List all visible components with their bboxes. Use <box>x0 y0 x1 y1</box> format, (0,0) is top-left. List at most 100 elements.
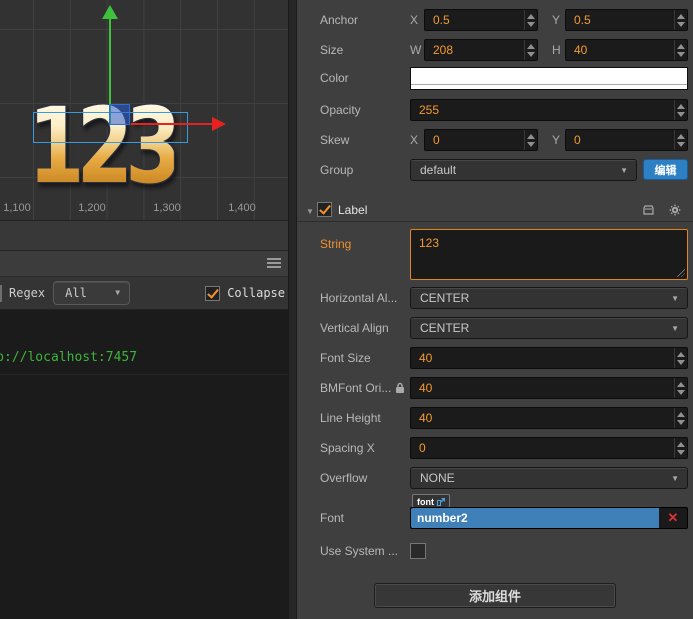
chevron-down-icon: ▼ <box>620 166 628 175</box>
line-height-label: Line Height <box>320 411 381 425</box>
log-level-dropdown[interactable]: All ▼ <box>53 281 131 305</box>
font-type-tag-row: font <box>297 494 693 508</box>
use-system-font-label: Use System ... <box>320 544 399 558</box>
string-row: String 123 <box>297 229 693 280</box>
spinner-icon[interactable] <box>524 40 537 60</box>
opacity-label: Opacity <box>320 103 361 117</box>
overflow-dropdown[interactable]: NONE ▼ <box>410 467 688 489</box>
spacing-x-label: Spacing X <box>320 441 375 455</box>
spacing-x-row: Spacing X 0 <box>297 437 693 459</box>
label-component-header[interactable]: ▼ Label <box>297 199 693 222</box>
color-swatch[interactable] <box>410 67 688 90</box>
opacity-input[interactable]: 255 <box>410 99 688 121</box>
string-label: String <box>320 237 352 251</box>
group-row: Group default ▼ 编辑 <box>297 159 693 181</box>
size-h-label: H <box>552 43 561 57</box>
group-dropdown[interactable]: default ▼ <box>410 159 637 181</box>
skew-y-input[interactable]: 0 <box>565 129 688 151</box>
anchor-y-input[interactable]: 0.5 <box>565 9 688 31</box>
ruler-tick: 1,300 <box>153 202 181 214</box>
scene-bottom-bar <box>0 221 288 251</box>
font-size-input[interactable]: 40 <box>410 347 688 369</box>
spacing-x-input[interactable]: 0 <box>410 437 688 459</box>
external-link-icon[interactable] <box>437 497 445 506</box>
add-component-button[interactable]: 添加组件 <box>374 583 616 608</box>
gizmo-anchor-handle[interactable] <box>109 104 130 125</box>
collapse-triangle-icon[interactable]: ▼ <box>306 207 314 216</box>
console-panel-header <box>0 251 288 277</box>
bmfont-original-input[interactable]: 40 <box>410 377 688 399</box>
chevron-down-icon: ▼ <box>671 324 679 333</box>
spinner-icon[interactable] <box>524 130 537 150</box>
label-enabled-checkbox[interactable] <box>317 202 332 217</box>
collapse-checkbox[interactable] <box>205 285 221 301</box>
console-toolbar: Regex All ▼ Collapse <box>0 277 288 310</box>
spinner-icon[interactable] <box>674 348 687 368</box>
anchor-y-label: Y <box>552 13 561 27</box>
label-component-title: Label <box>338 203 368 217</box>
anchor-row: Anchor X 0.5 Y 0.5 <box>297 9 693 31</box>
docs-icon[interactable] <box>642 204 655 216</box>
string-textarea[interactable]: 123 <box>410 229 688 280</box>
panel-menu-icon[interactable] <box>267 258 281 270</box>
size-w-input[interactable]: 208 <box>424 39 538 61</box>
skew-row: Skew X 0 Y 0 <box>297 129 693 151</box>
collapse-label: Collapse <box>227 286 285 300</box>
scene-view[interactable]: 123 1,100 1,200 1,300 1,400 <box>0 0 288 221</box>
size-row: Size W 208 H 40 <box>297 39 693 61</box>
line-height-input[interactable]: 40 <box>410 407 688 429</box>
skew-x-label: X <box>410 133 419 147</box>
log-level-value: All <box>65 286 87 300</box>
spinner-icon[interactable] <box>674 438 687 458</box>
gizmo-x-axis[interactable] <box>131 123 213 125</box>
group-edit-button[interactable]: 编辑 <box>643 159 688 180</box>
scene-label-text[interactable]: 123 <box>28 94 182 198</box>
spinner-icon[interactable] <box>674 100 687 120</box>
font-row: Font number2 ✕ <box>297 507 693 529</box>
panel-divider[interactable] <box>288 0 297 619</box>
resize-handle-icon[interactable] <box>677 269 685 277</box>
spinner-icon[interactable] <box>674 378 687 398</box>
clear-asset-button[interactable]: ✕ <box>659 508 687 528</box>
use-system-font-checkbox[interactable] <box>410 543 426 559</box>
horizontal-align-dropdown[interactable]: CENTER ▼ <box>410 287 688 309</box>
color-row: Color <box>297 67 693 90</box>
clipped-checkbox-fragment <box>0 285 2 302</box>
vertical-align-dropdown[interactable]: CENTER ▼ <box>410 317 688 339</box>
spinner-icon[interactable] <box>524 10 537 30</box>
gear-icon[interactable] <box>669 204 681 216</box>
line-height-row: Line Height 40 <box>297 407 693 429</box>
spinner-icon[interactable] <box>674 130 687 150</box>
color-label: Color <box>320 71 349 85</box>
font-asset-value: number2 <box>411 508 659 528</box>
bmfont-original-label: BMFont Ori... <box>320 381 392 395</box>
font-label: Font <box>320 511 345 525</box>
horizontal-align-row: Horizontal Al... CENTER ▼ <box>297 287 693 309</box>
ruler-tick: 1,200 <box>78 202 106 214</box>
font-asset-type-tag[interactable]: font <box>412 494 450 508</box>
gizmo-y-arrowhead-icon[interactable] <box>102 5 118 19</box>
skew-y-label: Y <box>552 133 561 147</box>
spinner-icon[interactable] <box>674 40 687 60</box>
skew-x-input[interactable]: 0 <box>424 129 538 151</box>
ruler-tick: 1,100 <box>3 202 31 214</box>
gizmo-x-arrowhead-icon[interactable] <box>212 117 226 131</box>
console-output[interactable]: p://localhost:7457 <box>0 310 288 619</box>
font-asset-field[interactable]: number2 ✕ <box>410 507 688 529</box>
ruler-tick: 1,400 <box>228 202 256 214</box>
size-label: Size <box>320 43 344 57</box>
font-size-row: Font Size 40 <box>297 347 693 369</box>
bmfont-original-row: BMFont Ori... 40 <box>297 377 693 399</box>
anchor-x-label: X <box>410 13 419 27</box>
overflow-row: Overflow NONE ▼ <box>297 467 693 489</box>
anchor-x-input[interactable]: 0.5 <box>424 9 538 31</box>
chevron-down-icon: ▼ <box>115 288 121 297</box>
log-entry[interactable]: p://localhost:7457 <box>0 340 288 375</box>
lock-icon <box>395 382 405 394</box>
group-label: Group <box>320 163 354 177</box>
spinner-icon[interactable] <box>674 408 687 428</box>
spinner-icon[interactable] <box>674 10 687 30</box>
size-h-input[interactable]: 40 <box>565 39 688 61</box>
opacity-row: Opacity 255 <box>297 99 693 121</box>
anchor-label: Anchor <box>320 13 359 27</box>
